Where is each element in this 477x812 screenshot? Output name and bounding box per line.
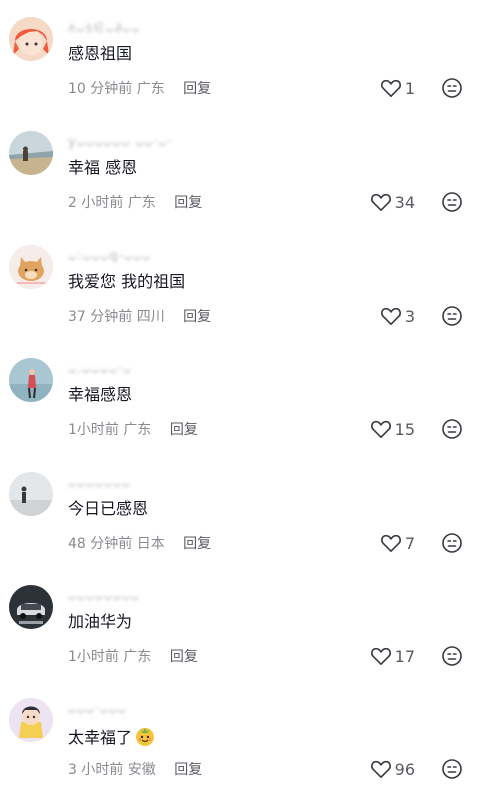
comment-time: 3 小时前 — [68, 762, 124, 778]
like-button[interactable]: 3 — [380, 305, 415, 327]
avatar-cat-icon[interactable] — [9, 245, 53, 289]
comment-item: ᴗᴗᴗᴗᴗᴗᴗ 今日已感恩 48 分钟前 日本 回复 7 — [0, 472, 477, 586]
like-count: 3 — [404, 306, 415, 326]
reply-button[interactable]: 回复 — [183, 309, 211, 325]
avatar-red-hair-icon[interactable] — [9, 17, 53, 61]
comment-location: 日本 — [136, 536, 165, 552]
dislike-face-icon[interactable] — [441, 191, 463, 213]
reply-button[interactable]: 回复 — [183, 536, 211, 552]
comment-text: 我爱您 我的祖国 — [68, 272, 186, 291]
comment-text: 幸福感恩 — [68, 385, 133, 404]
like-count: 17 — [394, 646, 415, 666]
like-count: 1 — [404, 78, 415, 98]
like-count: 15 — [394, 419, 415, 439]
comment-meta: 3 小时前 安徽 回复 — [68, 761, 202, 779]
username[interactable]: yᴗᴗᴗᴗᴗᴗ ᴗᴗ·ᴗ· — [68, 135, 173, 150]
comment-meta: 2 小时前 广东 回复 — [68, 194, 202, 212]
reply-button[interactable]: 回复 — [170, 649, 198, 665]
comment-meta: 10 分钟前 广东 回复 — [68, 80, 211, 98]
reply-button[interactable]: 回复 — [174, 762, 202, 778]
comment-time: 2 小时前 — [68, 195, 124, 211]
dislike-face-icon[interactable] — [441, 645, 463, 667]
heart-icon — [370, 193, 391, 211]
comment-item: ᴗᴗᴗ·ᴗᴗᴗ 太幸福了 3 小时前 安徽 回复 96 — [0, 698, 477, 812]
heart-icon — [380, 79, 401, 97]
comment-time: 1小时前 — [68, 649, 119, 665]
username[interactable]: ʌᴗs∈ᴗ∂ᴗᴗ — [68, 21, 140, 36]
like-button[interactable]: 96 — [370, 758, 415, 780]
avatar-cartoon-icon[interactable] — [9, 698, 53, 742]
comment-text: 加油华为 — [68, 612, 133, 631]
avatar-beach-icon[interactable] — [9, 131, 53, 175]
avatar-car-icon[interactable] — [9, 585, 53, 629]
heart-icon — [380, 534, 401, 552]
comment-item: ᴗᴗᴗᴗᴗᴗᴗᴗ 加油华为 1小时前 广东 回复 17 — [0, 585, 477, 699]
comment-item: ᴗ.ᴗᴗᴗᴗ·ᴗ 幸福感恩 1小时前 广东 回复 15 — [0, 358, 477, 472]
username[interactable]: ᴗ:ᴗᴗᴗq-ᴗᴗᴗ — [68, 249, 151, 264]
comment-text: 幸福 感恩 — [68, 158, 138, 177]
reply-button[interactable]: 回复 — [174, 195, 202, 211]
username[interactable]: ᴗᴗᴗᴗᴗᴗᴗ — [68, 476, 131, 491]
username[interactable]: ᴗᴗᴗᴗᴗᴗᴗᴗ — [68, 589, 140, 604]
comment-location: 安徽 — [127, 762, 156, 778]
avatar-figure-icon[interactable] — [9, 358, 53, 402]
comment-location: 广东 — [123, 422, 152, 438]
comment-item: ᴗ:ᴗᴗᴗq-ᴗᴗᴗ 我爱您 我的祖国 37 分钟前 四川 回复 3 — [0, 245, 477, 359]
reply-button[interactable]: 回复 — [183, 81, 211, 97]
comment-text-content: 太幸福了 — [68, 728, 133, 747]
comment-location: 广东 — [136, 81, 165, 97]
dislike-face-icon[interactable] — [441, 305, 463, 327]
comment-time: 10 分钟前 — [68, 81, 133, 97]
comment-text: 今日已感恩 — [68, 499, 149, 518]
smiling-face-emoji-icon — [136, 728, 155, 746]
comment-item: yᴗᴗᴗᴗᴗᴗ ᴗᴗ·ᴗ· 幸福 感恩 2 小时前 广东 回复 34 — [0, 131, 477, 245]
heart-icon — [380, 307, 401, 325]
comment-meta: 1小时前 广东 回复 — [68, 421, 198, 439]
comment-meta: 48 分钟前 日本 回复 — [68, 535, 211, 553]
comment-meta: 37 分钟前 四川 回复 — [68, 308, 211, 326]
like-count: 34 — [394, 192, 415, 212]
dislike-face-icon[interactable] — [441, 532, 463, 554]
comment-text: 感恩祖国 — [68, 44, 133, 63]
heart-icon — [370, 420, 391, 438]
comment-location: 广东 — [123, 649, 152, 665]
like-button[interactable]: 7 — [380, 532, 415, 554]
like-count: 7 — [404, 533, 415, 553]
like-button[interactable]: 34 — [370, 191, 415, 213]
dislike-face-icon[interactable] — [441, 418, 463, 440]
reply-button[interactable]: 回复 — [170, 422, 198, 438]
dislike-face-icon[interactable] — [441, 758, 463, 780]
comment-location: 广东 — [127, 195, 156, 211]
heart-icon — [370, 647, 391, 665]
comment-meta: 1小时前 广东 回复 — [68, 648, 198, 666]
like-count: 96 — [394, 759, 415, 779]
comment-time: 37 分钟前 — [68, 309, 133, 325]
like-button[interactable]: 15 — [370, 418, 415, 440]
comment-time: 1小时前 — [68, 422, 119, 438]
comment-location: 四川 — [136, 309, 165, 325]
comment-text: 太幸福了 — [68, 725, 156, 748]
username[interactable]: ᴗᴗᴗ·ᴗᴗᴗ — [68, 702, 127, 717]
comment-time: 48 分钟前 — [68, 536, 133, 552]
like-button[interactable]: 1 — [380, 77, 415, 99]
like-button[interactable]: 17 — [370, 645, 415, 667]
comment-item: ʌᴗs∈ᴗ∂ᴗᴗ 感恩祖国 10 分钟前 广东 回复 1 — [0, 17, 477, 131]
dislike-face-icon[interactable] — [441, 77, 463, 99]
avatar-person-standing-icon[interactable] — [9, 472, 53, 516]
username[interactable]: ᴗ.ᴗᴗᴗᴗ·ᴗ — [68, 362, 132, 377]
heart-icon — [370, 760, 391, 778]
